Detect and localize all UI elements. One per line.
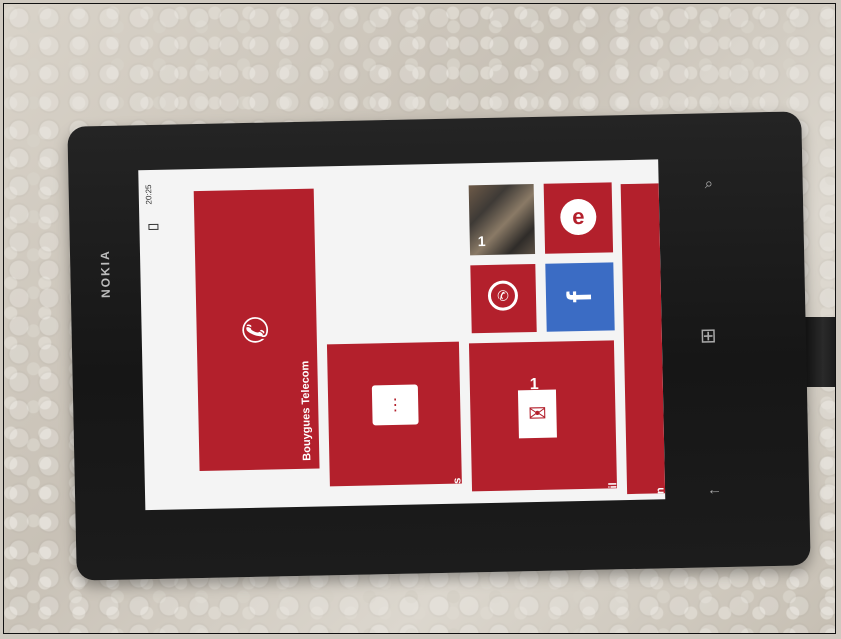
- tile-messages[interactable]: ⋮ Messages: [326, 341, 462, 487]
- tile-label: Ramadan: [655, 487, 665, 494]
- battery-icon: [148, 223, 159, 231]
- status-time: 20:25: [144, 184, 154, 205]
- tile-label: Google Mail: [607, 482, 617, 491]
- back-button[interactable]: ←: [707, 481, 722, 498]
- photo-frame: NOKIA 20:25 ✆ Bouygues Telecom ⋮ Message…: [3, 3, 836, 634]
- mail-badge: 1: [529, 375, 539, 394]
- tile-label-text: Bouygues Telecom: [299, 360, 314, 461]
- message-icon: ⋮: [371, 384, 419, 426]
- whatsapp-icon: ✆: [487, 280, 519, 311]
- photos-badge: 1: [477, 233, 486, 250]
- search-button[interactable]: ⌕: [704, 175, 713, 192]
- tile-photos[interactable]: 1: [468, 183, 536, 256]
- tile-whatsapp[interactable]: ✆: [470, 263, 537, 334]
- phone-icon: ✆: [237, 315, 276, 345]
- tile-internet-explorer[interactable]: e: [543, 182, 614, 254]
- internet-explorer-icon: e: [559, 198, 597, 236]
- windows-button[interactable]: ⊞: [700, 323, 717, 348]
- brand-logo: NOKIA: [97, 249, 113, 299]
- tile-google-mail[interactable]: ✉ 1 Google Mail: [468, 340, 618, 492]
- tile-label: Messages: [452, 478, 462, 487]
- tile-ramadan[interactable]: Ramadan: [620, 183, 666, 495]
- phone-body: NOKIA 20:25 ✆ Bouygues Telecom ⋮ Message…: [67, 111, 811, 581]
- tile-phone[interactable]: ✆ Bouygues Telecom: [193, 188, 320, 472]
- mail-icon: ✉: [517, 389, 557, 439]
- tile-phone-label: Bouygues Telecom: [299, 331, 314, 461]
- facebook-icon: f: [560, 290, 599, 304]
- tile-facebook[interactable]: f: [545, 262, 615, 332]
- phone-screen: 20:25 ✆ Bouygues Telecom ⋮ Messages ✉ 1 …: [138, 159, 666, 511]
